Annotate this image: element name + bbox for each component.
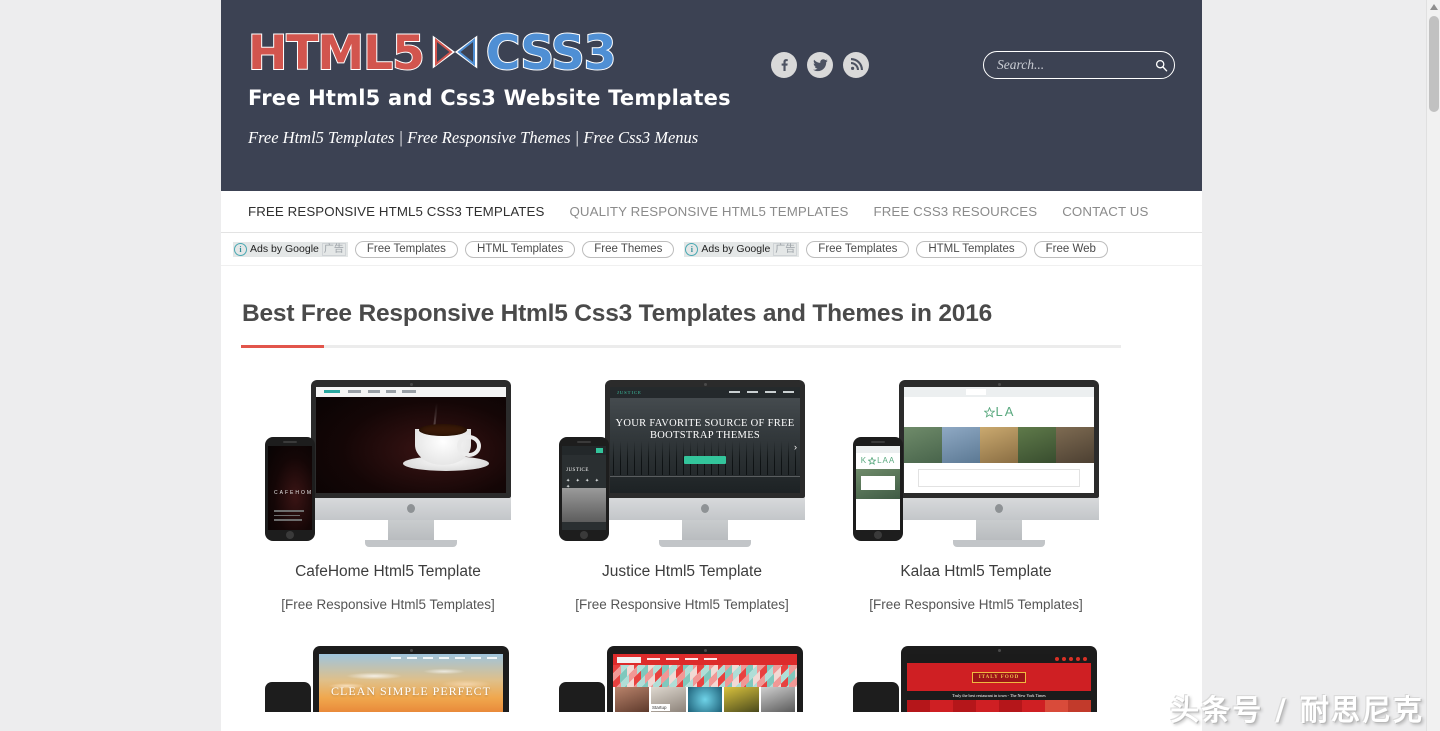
ads-by-google-badge[interactable]: i Ads by Google 广告 xyxy=(233,241,348,257)
title-underline xyxy=(241,345,1121,348)
nav-item-contact-us[interactable]: CONTACT US xyxy=(1062,204,1148,219)
cafehome-art-label: CAFEHOME xyxy=(274,489,312,496)
justice-art-brand: JUSTICE xyxy=(617,389,642,395)
template-card-5[interactable]: Startup xyxy=(535,646,829,712)
justice-art-headline: YOUR FAVORITE SOURCE OF FREE BOOTSTRAP T… xyxy=(615,418,795,442)
nav-item-free-responsive-templates[interactable]: FREE RESPONSIVE HTML5 CSS3 TEMPLATES xyxy=(248,204,544,219)
magnifier-icon[interactable] xyxy=(1148,59,1174,72)
ad-group-2: i Ads by Google 广告 Free Templates HTML T… xyxy=(684,240,1108,258)
template-card-6[interactable]: ITALY FOOD Truly the best restaurant in … xyxy=(829,646,1123,712)
italyfood-art-brand: ITALY FOOD xyxy=(971,671,1027,683)
main-navigation: FREE RESPONSIVE HTML5 CSS3 TEMPLATES QUA… xyxy=(221,191,1202,233)
template-thumbnail-kalaa[interactable]: K LAA xyxy=(829,374,1123,549)
ads-badge-cn-label: 广告 xyxy=(321,242,346,256)
template-thumbnail-6[interactable]: ITALY FOOD Truly the best restaurant in … xyxy=(829,646,1123,712)
site-header: HTML5 CSS3 Free Html5 and Css3 Website Te… xyxy=(221,0,1202,191)
search-box[interactable] xyxy=(983,51,1175,79)
star-icon xyxy=(982,406,996,418)
iphone-mockup: JUSTICE ✦ ✦ ✦ ✦ ✦ xyxy=(559,436,609,541)
ad-link-html-templates[interactable]: HTML Templates xyxy=(464,240,576,258)
ad-group-1: i Ads by Google 广告 Free Templates HTML T… xyxy=(233,240,675,258)
imac-mockup: JUSTICE YOUR FAVORITE SOURCE OF FREE BOO… xyxy=(605,379,805,547)
template-card-kalaa[interactable]: K LAA xyxy=(829,374,1123,612)
template-title[interactable]: CafeHome Html5 Template xyxy=(241,563,535,581)
logo-wordmark: HTML5 CSS3 xyxy=(247,26,731,83)
pattern-art-label: Startup xyxy=(649,704,670,711)
site-logo[interactable]: HTML5 CSS3 Free Html5 and Css3 Website Te… xyxy=(247,26,731,110)
info-icon[interactable]: i xyxy=(234,242,247,256)
template-thumbnail-cafehome[interactable]: CAFEHOME xyxy=(241,374,535,549)
ad-link-html-templates-2[interactable]: HTML Templates xyxy=(916,240,1027,258)
facebook-icon[interactable] xyxy=(771,52,797,78)
sunset-art-headline: CLEAN SIMPLE PERFECT xyxy=(330,684,491,699)
chevron-up-icon[interactable] xyxy=(1427,0,1440,14)
ads-by-google-badge-2[interactable]: i Ads by Google 广告 xyxy=(684,241,800,257)
template-thumbnail-justice[interactable]: JUSTICE YOUR FAVORITE SOURCE OF FREE BOO… xyxy=(535,374,829,549)
google-ads-strip: i Ads by Google 广告 Free Templates HTML T… xyxy=(221,233,1202,266)
template-card-4[interactable]: CLEAN SIMPLE PERFECT xyxy=(241,646,535,712)
laptop-mockup: Startup xyxy=(607,646,803,712)
imac-mockup xyxy=(311,379,511,547)
template-card-justice[interactable]: JUSTICE YOUR FAVORITE SOURCE OF FREE BOO… xyxy=(535,374,829,612)
logo-subtitle: Free Html5 and Css3 Website Templates xyxy=(248,85,731,110)
iphone-mockup: K LAA xyxy=(853,436,903,541)
nav-item-quality-templates[interactable]: QUALITY RESPONSIVE HTML5 TEMPLATES xyxy=(569,204,848,219)
page-scrollbar[interactable] xyxy=(1426,0,1440,731)
carousel-next-icon[interactable]: › xyxy=(794,442,797,452)
ads-badge-cn-label-2: 广告 xyxy=(773,242,798,256)
template-subtitle: [Free Responsive Html5 Templates] xyxy=(869,597,1083,612)
template-subtitle: [Free Responsive Html5 Templates] xyxy=(281,597,495,612)
rss-icon[interactable] xyxy=(843,52,869,78)
template-thumbnail-5[interactable]: Startup xyxy=(535,646,829,712)
nav-item-free-css3-resources[interactable]: FREE CSS3 RESOURCES xyxy=(874,204,1038,219)
template-grid: CAFEHOME CafeHome Html5 Template [Free R… xyxy=(241,374,1182,716)
x-ribbon-icon xyxy=(432,28,478,80)
imac-mockup: K LAA xyxy=(899,379,1099,547)
ads-badge-label-2: Ads by Google xyxy=(701,243,771,255)
ad-link-free-themes[interactable]: Free Themes xyxy=(582,240,675,258)
scrollbar-thumb[interactable] xyxy=(1429,16,1439,112)
phone-mockup xyxy=(265,682,311,712)
info-icon[interactable]: i xyxy=(685,242,699,256)
template-card-cafehome[interactable]: CAFEHOME CafeHome Html5 Template [Free R… xyxy=(241,374,535,612)
star-icon xyxy=(867,455,877,465)
laptop-mockup: ITALY FOOD Truly the best restaurant in … xyxy=(901,646,1097,712)
ad-link-free-web[interactable]: Free Web xyxy=(1033,240,1108,258)
phone-mockup xyxy=(559,682,605,712)
ad-link-free-templates-2[interactable]: Free Templates xyxy=(806,240,910,258)
site-container: HTML5 CSS3 Free Html5 and Css3 Website Te… xyxy=(221,0,1202,731)
laptop-mockup: CLEAN SIMPLE PERFECT xyxy=(313,646,509,712)
logo-html5-text: HTML5 xyxy=(247,26,426,81)
template-thumbnail-4[interactable]: CLEAN SIMPLE PERFECT xyxy=(241,646,535,712)
template-subtitle: [Free Responsive Html5 Templates] xyxy=(575,597,789,612)
twitter-icon[interactable] xyxy=(807,52,833,78)
ad-link-free-templates[interactable]: Free Templates xyxy=(354,240,458,258)
phone-mockup xyxy=(853,682,899,712)
page-title: Best Free Responsive Html5 Css3 Template… xyxy=(242,300,993,327)
main-content: Best Free Responsive Html5 Css3 Template… xyxy=(221,300,1202,716)
ads-badge-label: Ads by Google xyxy=(250,243,319,255)
header-tagline: Free Html5 Templates | Free Responsive T… xyxy=(248,128,699,147)
italyfood-art-tagline: Truly the best restaurant in town - The … xyxy=(907,691,1091,700)
social-links xyxy=(771,52,869,78)
logo-css3-text: CSS3 xyxy=(485,26,618,81)
browser-viewport: HTML5 CSS3 Free Html5 and Css3 Website Te… xyxy=(0,0,1426,731)
template-title[interactable]: Kalaa Html5 Template xyxy=(829,563,1123,581)
template-title[interactable]: Justice Html5 Template xyxy=(535,563,829,581)
iphone-mockup: CAFEHOME xyxy=(265,436,315,541)
search-input[interactable] xyxy=(984,57,1148,73)
